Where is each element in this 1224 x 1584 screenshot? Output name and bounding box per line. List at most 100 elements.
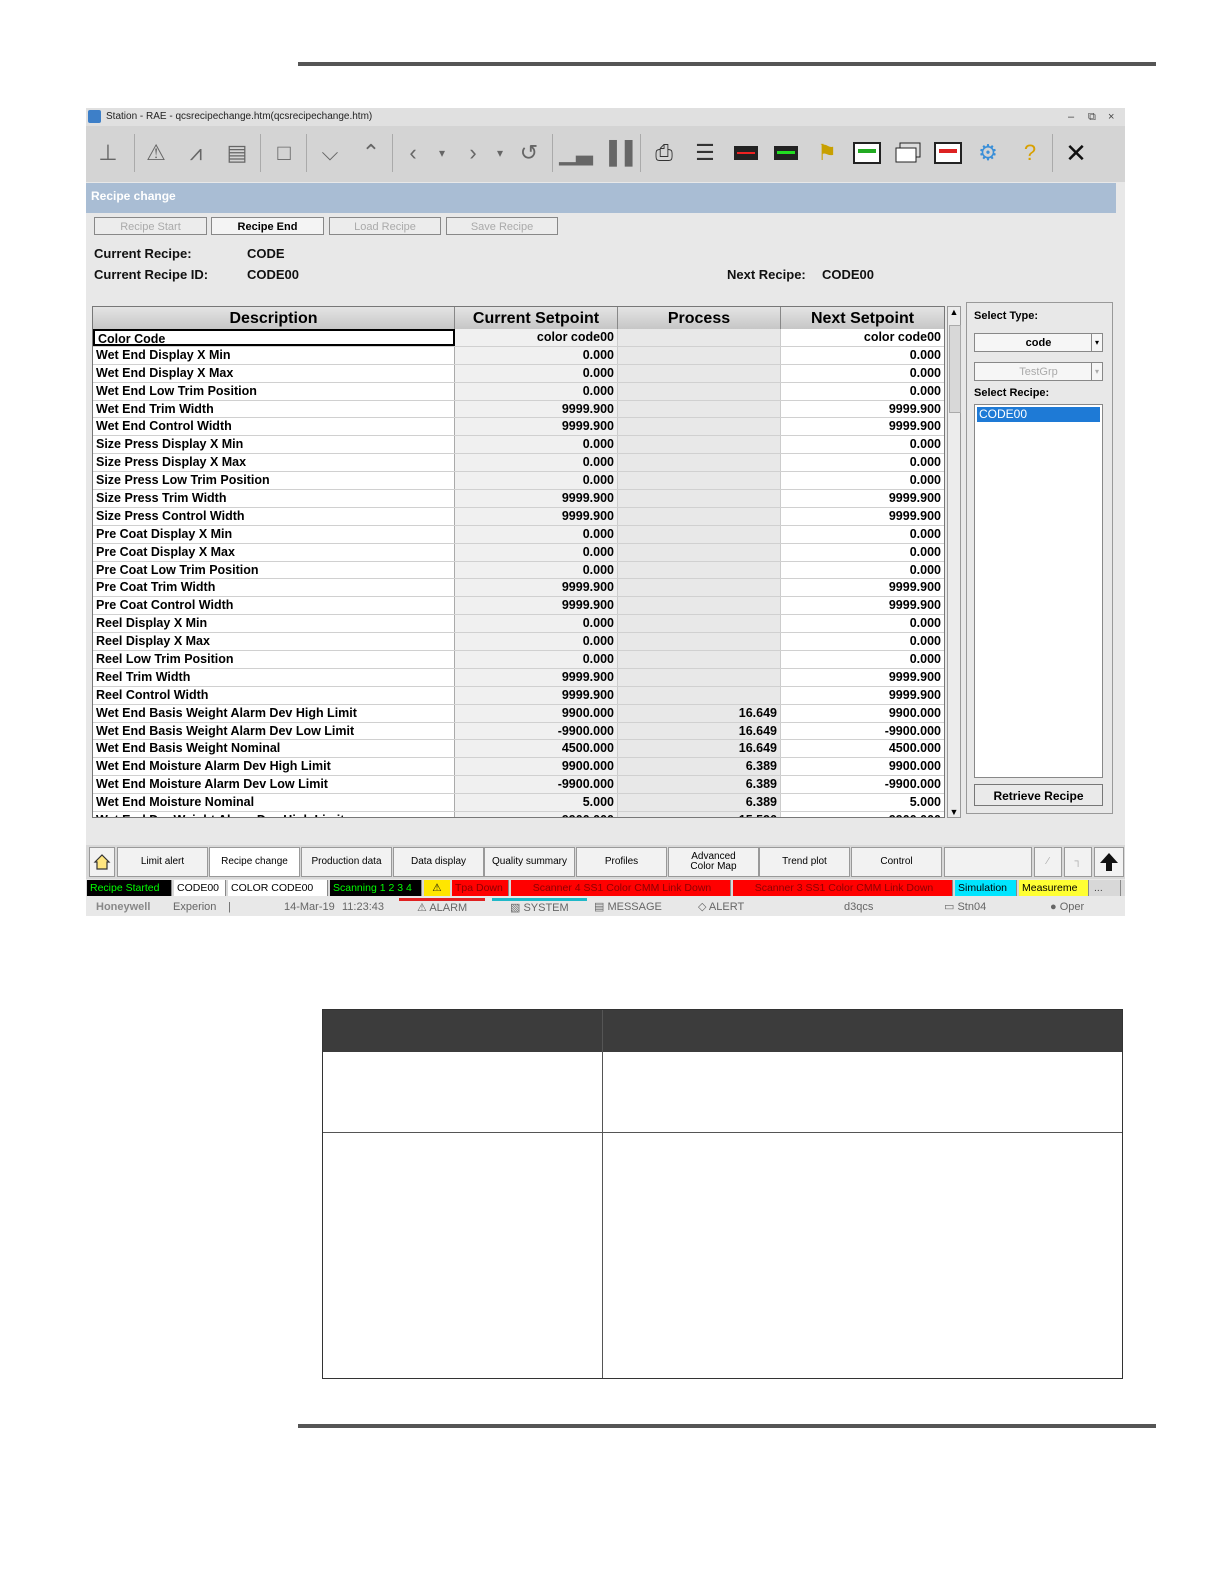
scroll-thumb[interactable] [949,325,961,413]
table-row[interactable]: Reel Display X Min 0.000 0.000 [93,615,944,634]
status-item[interactable]: ... [1091,880,1121,896]
columns-icon[interactable]: ▐▐ [599,136,635,170]
table-row[interactable]: Wet End Moisture Alarm Dev High Limit 990… [93,758,944,777]
operator-icon[interactable]: ⚑ [809,136,845,170]
list-item[interactable]: CODE00 [977,407,1100,422]
message-button[interactable]: ▤ MESSAGE [594,898,662,916]
empty-tab[interactable] [944,847,1032,877]
table-row[interactable]: Wet End Dry Weight Alarm Dev High Limit9… [93,812,944,817]
tab-data-display[interactable]: Data display [393,847,484,877]
panel-red-icon[interactable] [930,136,966,170]
table-row[interactable]: Wet End Basis Weight Alarm Dev High Limi… [93,704,944,723]
table-row[interactable]: Wet End Basis Weight Alarm Dev Low Limit… [93,722,944,741]
bar-chart-icon[interactable]: ▁▃ [558,136,594,170]
table-row[interactable]: Reel Trim Width 9999.900 9999.900 [93,668,944,687]
home-button[interactable] [89,847,115,877]
scroll-down-icon[interactable]: ▼ [948,807,960,817]
cell-description: Size Press Display X Max [93,454,455,472]
table-row[interactable]: Reel Control Width 9999.900 9999.900 [93,686,944,705]
table-row[interactable]: Size Press Trim Width 9999.900 9999.900 [93,490,944,508]
table-row[interactable]: Reel Low Trim Position 0.000 0.000 [93,651,944,669]
table-row[interactable]: Color Code color code00 color code00 [93,329,944,347]
table-row[interactable]: Pre Coat Display X Max 0.000 0.000 [93,543,944,562]
table-row[interactable]: Pre Coat Trim Width 9999.900 9999.900 [93,579,944,598]
table-row[interactable]: Wet End Moisture Nominal 5.000 6.389 5.000 [93,794,944,813]
window-close-button[interactable]: × [1108,108,1114,126]
table-row[interactable]: Reel Display X Max 0.000 0.000 [93,633,944,652]
status-item[interactable]: Measureme [1019,880,1089,896]
table-row[interactable]: Wet End Display X Max 0.000 0.000 [93,364,944,383]
column-header-current-setpoint[interactable]: Current Setpoint [455,307,618,329]
window-icon[interactable]: ▤ [219,136,255,170]
table-row[interactable]: Size Press Low Trim Position 0.000 0.000 [93,472,944,491]
table-row[interactable]: Wet End Low Trim Position 0.000 0.000 [93,382,944,401]
table-row[interactable]: Size Press Display X Min 0.000 0.000 [93,436,944,455]
alert-button[interactable]: ◇ ALERT [698,898,744,916]
type-dropdown[interactable]: code ▾ [974,333,1103,352]
help-icon[interactable]: ? [1012,136,1048,170]
alarm-button[interactable]: ⚠ ALARM [399,898,486,916]
trend-icon[interactable]: ⩘ [178,136,214,170]
chevron-down-icon[interactable]: ▾ [1091,363,1102,380]
network-icon[interactable]: ⊥ [90,136,126,170]
table-row[interactable]: Pre Coat Low Trim Position 0.000 0.000 [93,561,944,580]
table-row[interactable]: Size Press Display X Max 0.000 0.000 [93,454,944,473]
minimize-button[interactable]: – [1068,108,1074,126]
status-item[interactable]: Scanner 3 SS1 Color CMM Link Down [733,880,953,896]
status-item[interactable]: Tpa Down [452,880,509,896]
table-row[interactable]: Wet End Control Width 9999.900 9999.900 [93,418,944,437]
retrieve-recipe-button[interactable]: Retrieve Recipe [974,784,1103,806]
table-row[interactable]: Wet End Moisture Alarm Dev Low Limit -990… [93,776,944,795]
blank-icon[interactable]: □ [266,136,302,170]
save-recipe-button[interactable]: Save Recipe [446,217,558,235]
table-row[interactable]: Wet End Basis Weight Nominal 4500.000 16.6… [93,740,944,759]
table-row[interactable]: Wet End Trim Width 9999.900 9999.900 [93,400,944,419]
tab-quality-summary[interactable]: Quality summary [484,847,575,877]
status-item[interactable]: CODE00 [174,880,226,896]
status-item[interactable]: Recipe Started [87,880,172,896]
recipe-end-button[interactable]: Recipe End [211,217,324,235]
pen-icon[interactable]: ∕ [1034,847,1062,877]
table-row[interactable]: Pre Coat Control Width 9999.900 9999.900 [93,597,944,616]
recipe-start-button[interactable]: Recipe Start [94,217,207,235]
status-item[interactable]: Scanner 4 SS1 Color CMM Link Down [511,880,731,896]
group-dropdown[interactable]: TestGrp ▾ [974,362,1103,381]
panel-green-icon[interactable] [849,136,885,170]
status-item[interactable]: COLOR CODE00 [228,880,328,896]
cascade-icon[interactable] [890,136,926,170]
check-down-icon[interactable]: ⌵ [312,136,348,170]
table-row[interactable]: Wet End Display X Min 0.000 0.000 [93,346,944,365]
check-up-icon[interactable]: ⌃ [353,136,389,170]
tab-recipe-change[interactable]: Recipe change [209,847,300,877]
table-row[interactable]: Pre Coat Display X Min 0.000 0.000 [93,525,944,544]
status-item[interactable]: Scanning 1 2 3 4 [330,880,422,896]
checklist-icon[interactable]: ☰ [687,136,723,170]
column-header-next-setpoint[interactable]: Next Setpoint [781,307,944,329]
monitor-green-icon[interactable] [768,136,804,170]
recipe-list[interactable]: CODE00 [974,404,1103,778]
tab-production-data[interactable]: Production data [301,847,392,877]
restore-button[interactable]: ⧉ [1088,108,1096,126]
tab-advanced-color-map[interactable]: Advanced Color Map [668,847,759,877]
printer-icon[interactable]: ⎙ [646,136,682,170]
system-button[interactable]: ▧ SYSTEM [492,898,587,916]
tab-control[interactable]: Control [851,847,942,877]
layout-icon[interactable]: ┐ [1064,847,1092,877]
column-header-process[interactable]: Process [618,307,781,329]
scroll-up-icon[interactable]: ▲ [948,307,960,317]
close-icon[interactable]: ✕ [1058,136,1094,170]
status-item[interactable]: Simulation [955,880,1017,896]
table-scrollbar[interactable]: ▲ ▼ [947,306,961,818]
scroll-top-button[interactable] [1094,847,1124,877]
chevron-down-icon[interactable]: ▾ [1091,334,1102,351]
monitor-red-icon[interactable] [728,136,764,170]
load-recipe-button[interactable]: Load Recipe [329,217,441,235]
tab-limit-alert[interactable]: Limit alert [117,847,208,877]
tab-profiles[interactable]: Profiles [576,847,667,877]
settings-gear-icon[interactable]: ⚙ [970,136,1006,170]
column-header-description[interactable]: Description [93,307,455,329]
tab-trend-plot[interactable]: Trend plot [759,847,850,877]
refresh-icon[interactable]: ↺ [511,136,547,170]
alarm-triangle-icon[interactable]: ⚠ [138,136,174,170]
table-row[interactable]: Size Press Control Width 9999.900 9999.900 [93,507,944,526]
